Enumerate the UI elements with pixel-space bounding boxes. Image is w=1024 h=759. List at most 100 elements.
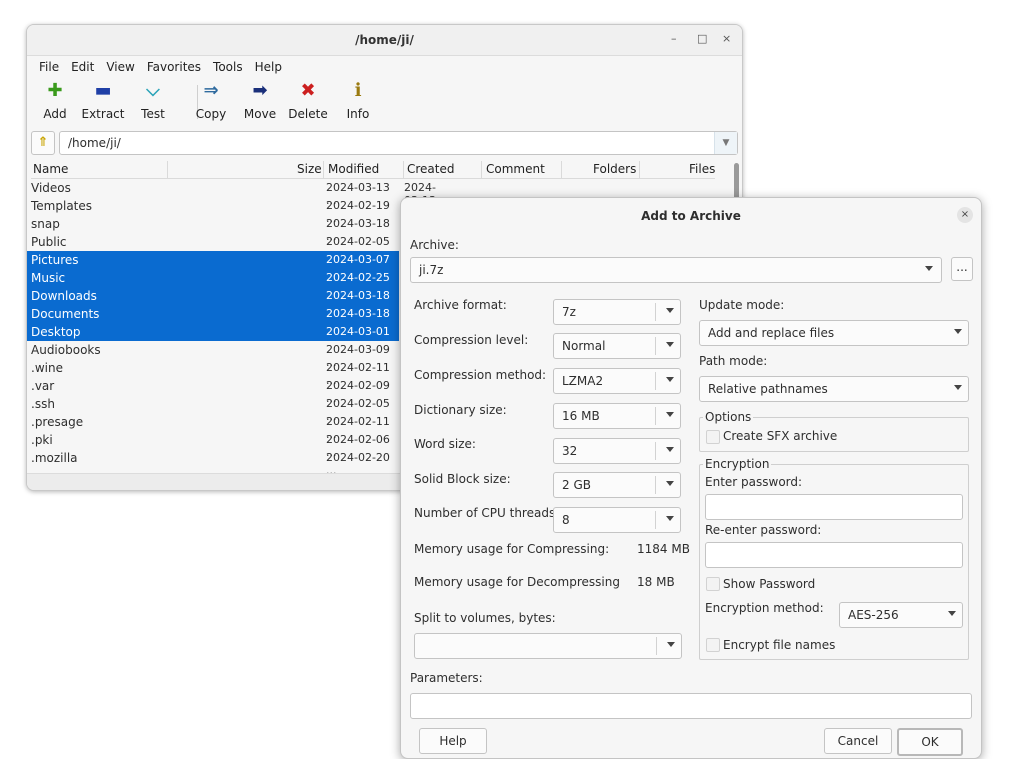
word-size-value: 32 <box>562 444 578 458</box>
ok-button[interactable]: OK <box>897 728 963 756</box>
table-row[interactable]: Audiobooks 2024-03-09 ... <box>27 341 399 369</box>
title-bar[interactable]: /home/ji/ – □ × <box>27 25 742 56</box>
copy-button[interactable]: ⇒ Copy <box>183 79 239 121</box>
column-name[interactable]: Name <box>33 162 68 176</box>
table-row[interactable]: Pictures2024-03-07 ... <box>27 251 399 279</box>
dialog-close-button[interactable]: × <box>957 207 973 223</box>
menu-tools[interactable]: Tools <box>207 57 249 77</box>
table-row[interactable]: .var 2024-02-09 ... <box>27 377 399 405</box>
encrypt-names-checkbox[interactable] <box>706 638 720 652</box>
column-divider[interactable] <box>167 161 168 178</box>
browse-button[interactable]: ... <box>951 257 973 281</box>
solid-block-size-select[interactable]: 2 GB <box>553 472 681 498</box>
row-name: Audiobooks <box>31 343 101 357</box>
extract-label: Extract <box>81 107 125 121</box>
archive-name-combo[interactable]: ji.7z <box>410 257 942 283</box>
table-row[interactable]: Templates 2024-02-19 ... <box>27 197 399 225</box>
column-divider[interactable] <box>403 161 404 178</box>
compression-method-value: LZMA2 <box>562 374 604 388</box>
table-row[interactable]: Videos2024-03-13 ...2024-03-13 ... <box>27 179 436 220</box>
row-name: Videos <box>31 181 71 195</box>
close-button[interactable]: × <box>722 32 731 45</box>
test-button[interactable]: ⌵ Test <box>125 79 181 121</box>
column-comment[interactable]: Comment <box>486 162 545 176</box>
split-volumes-combo[interactable] <box>414 633 682 659</box>
column-divider[interactable] <box>561 161 562 178</box>
row-name: Desktop <box>31 325 81 339</box>
delete-x-icon: ✖ <box>300 80 316 101</box>
table-row[interactable]: Desktop 2024-03-01 ... <box>27 323 399 351</box>
menu-favorites[interactable]: Favorites <box>141 57 207 77</box>
table-row[interactable]: .pki 2024-02-06 ... <box>27 431 399 459</box>
compression-level-select[interactable]: Normal <box>553 333 681 359</box>
menu-edit[interactable]: Edit <box>65 57 100 77</box>
show-password-checkbox[interactable] <box>706 577 720 591</box>
folder-up-button[interactable]: ⇑ <box>31 131 55 155</box>
dialog-title: Add to Archive <box>641 209 741 223</box>
table-row[interactable]: .mozilla 2024-02-20 ... <box>27 449 399 477</box>
column-size[interactable]: Size <box>297 162 322 176</box>
update-mode-select[interactable]: Add and replace files <box>699 320 969 346</box>
menu-view[interactable]: View <box>100 57 140 77</box>
help-button[interactable]: Help <box>419 728 487 754</box>
path-dropdown-button[interactable]: ▼ <box>714 132 737 154</box>
table-row[interactable]: .wine 2024-02-11 ... <box>27 359 399 387</box>
table-row[interactable]: Music2024-02-25 ... <box>27 269 399 297</box>
word-size-select[interactable]: 32 <box>553 438 681 464</box>
reenter-password-field[interactable] <box>705 542 963 568</box>
encryption-method-select[interactable]: AES-256 <box>839 602 963 628</box>
update-mode-value: Add and replace files <box>708 326 835 340</box>
cancel-button[interactable]: Cancel <box>824 728 892 754</box>
row-name: .mozilla <box>31 451 78 465</box>
parameters-input[interactable] <box>410 693 972 719</box>
combo-divider <box>655 511 656 529</box>
compression-method-label: Compression method: <box>414 368 547 382</box>
table-row[interactable]: Documents2024-03-18 ... <box>27 305 399 333</box>
info-button[interactable]: ℹ Info <box>330 79 386 121</box>
column-divider[interactable] <box>323 161 324 178</box>
check-icon: ⌵ <box>146 80 160 101</box>
path-mode-label: Path mode: <box>699 354 768 368</box>
path-combo[interactable]: /home/ji/ ▼ <box>59 131 738 155</box>
column-folders[interactable]: Folders <box>593 162 636 176</box>
table-row[interactable]: Downloads2024-03-18 ... <box>27 287 399 315</box>
column-divider[interactable] <box>639 161 640 178</box>
maximize-button[interactable]: □ <box>697 32 707 45</box>
combo-divider <box>655 303 656 321</box>
menu-bar: File Edit View Favorites Tools Help <box>33 57 288 77</box>
show-password-label: Show Password <box>723 577 816 591</box>
menu-help[interactable]: Help <box>249 57 288 77</box>
table-row[interactable]: .ssh 2024-02-05 ... <box>27 395 399 423</box>
chevron-down-icon <box>948 611 956 616</box>
archive-name-value[interactable]: ji.7z <box>419 263 443 277</box>
row-name: .ssh <box>31 397 55 411</box>
table-row[interactable]: .presage 2024-02-11 ... <box>27 413 399 441</box>
column-modified[interactable]: Modified <box>328 162 379 176</box>
path-row: ⇑ /home/ji/ ▼ <box>31 131 738 157</box>
archive-format-select[interactable]: 7z <box>553 299 681 325</box>
column-files[interactable]: Files <box>689 162 715 176</box>
minus-icon: ▬ <box>94 80 112 101</box>
table-row[interactable]: Public2024-02-05 ... <box>27 233 399 261</box>
path-mode-select[interactable]: Relative pathnames <box>699 376 969 402</box>
table-row[interactable]: snap 2024-03-18 ... <box>27 215 399 243</box>
copy-label: Copy <box>195 107 227 121</box>
archive-format-label: Archive format: <box>414 298 507 312</box>
column-created[interactable]: Created <box>407 162 455 176</box>
cpu-threads-select[interactable]: 8 <box>553 507 681 533</box>
dictionary-size-select[interactable]: 16 MB <box>553 403 681 429</box>
minimize-button[interactable]: – <box>671 32 677 45</box>
extract-button[interactable]: ▬ Extract <box>75 79 131 121</box>
column-divider[interactable] <box>481 161 482 178</box>
row-name: Public <box>31 235 67 249</box>
solid-block-size-value: 2 GB <box>562 478 591 492</box>
compression-method-select[interactable]: LZMA2 <box>553 368 681 394</box>
combo-divider <box>655 372 656 390</box>
create-sfx-checkbox[interactable] <box>706 430 720 444</box>
delete-button[interactable]: ✖ Delete <box>280 79 336 121</box>
enter-password-field[interactable] <box>705 494 963 520</box>
path-input[interactable]: /home/ji/ <box>68 136 121 150</box>
chevron-down-icon <box>954 329 962 334</box>
menu-file[interactable]: File <box>33 57 65 77</box>
combo-divider <box>655 442 656 460</box>
